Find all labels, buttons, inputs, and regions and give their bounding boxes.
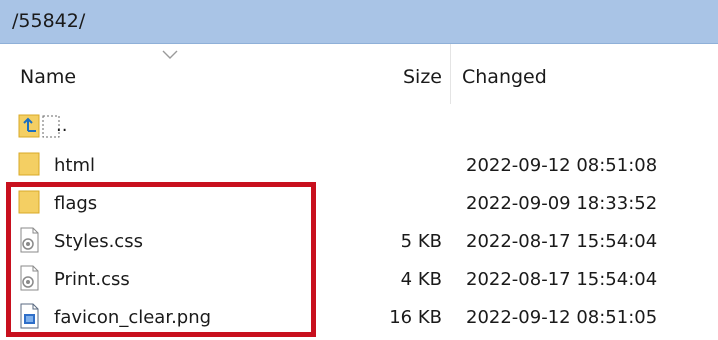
file-changed: 2022-08-17 15:54:04 xyxy=(466,231,658,252)
file-changed: 2022-09-12 08:51:05 xyxy=(466,307,658,328)
list-item-styles-css[interactable]: Styles.css 5 KB 2022-08-17 15:54:04 xyxy=(0,222,718,260)
file-size: 5 KB xyxy=(400,231,442,252)
file-size: 4 KB xyxy=(400,269,442,290)
column-header-name[interactable]: Name xyxy=(20,66,76,88)
file-changed: 2022-08-17 15:54:04 xyxy=(466,269,658,290)
list-item-parent-directory[interactable]: .. xyxy=(0,108,718,146)
file-name: Styles.css xyxy=(54,231,143,252)
file-name: html xyxy=(54,155,96,176)
image-file-icon xyxy=(20,303,39,329)
css-file-icon xyxy=(20,265,39,291)
file-name: .. xyxy=(56,115,68,136)
css-file-icon xyxy=(20,227,39,253)
file-changed: 2022-09-12 08:51:08 xyxy=(466,155,658,176)
list-item-favicon-clear-png[interactable]: favicon_clear.png 16 KB 2022-09-12 08:51… xyxy=(0,298,718,336)
column-header: Name Size Changed xyxy=(0,44,718,104)
column-divider[interactable] xyxy=(450,44,451,104)
file-name: Print.css xyxy=(54,269,130,290)
file-changed: 2022-09-09 18:33:52 xyxy=(466,193,658,214)
current-path: /55842/ xyxy=(12,10,86,32)
folder-icon xyxy=(18,152,40,176)
list-item-flags[interactable]: flags 2022-09-09 18:33:52 xyxy=(0,184,718,222)
column-header-size[interactable]: Size xyxy=(403,66,442,88)
file-name: favicon_clear.png xyxy=(54,307,212,328)
sort-descending-icon xyxy=(162,50,178,59)
file-name: flags xyxy=(54,193,98,214)
folder-icon xyxy=(18,190,40,214)
path-bar[interactable]: /55842/ xyxy=(0,0,718,44)
list-item-print-css[interactable]: Print.css 4 KB 2022-08-17 15:54:04 xyxy=(0,260,718,298)
column-header-changed[interactable]: Changed xyxy=(462,66,547,88)
list-item-html[interactable]: html 2022-09-12 08:51:08 xyxy=(0,146,718,184)
file-size: 16 KB xyxy=(389,307,442,328)
